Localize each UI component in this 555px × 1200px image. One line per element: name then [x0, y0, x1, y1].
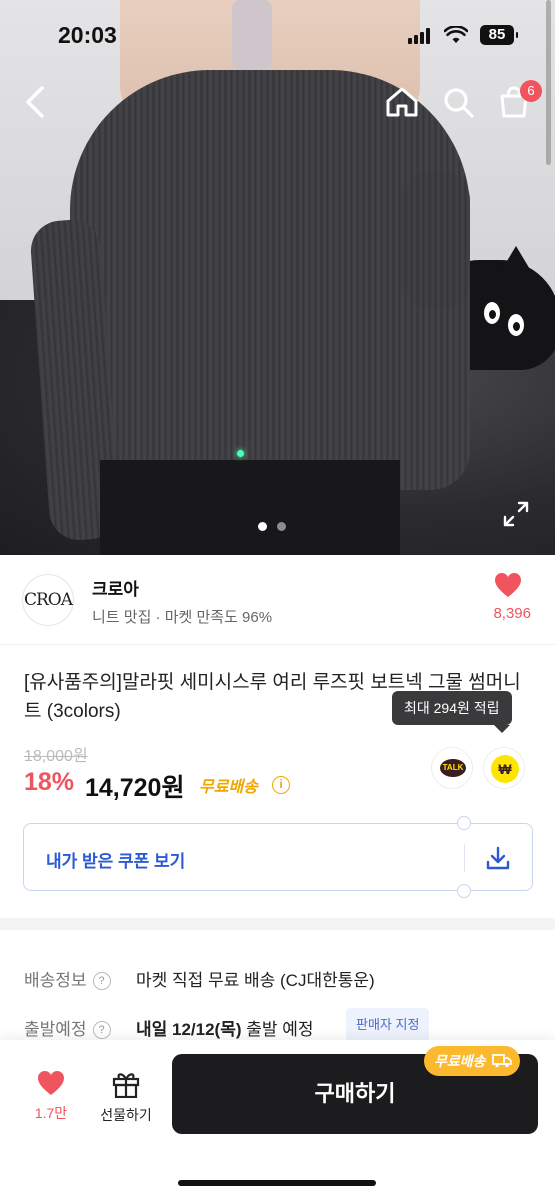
help-icon[interactable]: ? — [92, 972, 111, 990]
wishlist-button[interactable]: 1.7만 — [28, 1070, 74, 1123]
seller-like-count: 8,396 — [493, 605, 531, 622]
sale-price: 14,720원 — [85, 774, 185, 802]
coupon-notch-bottom — [457, 884, 471, 898]
departure-value: 내일 12/12(목) 출발 예정 — [136, 1015, 314, 1040]
carousel-pagination — [258, 518, 296, 536]
seller-meta: 니트 맛집 · 마켓 만족도 96% — [92, 609, 273, 626]
coupon-divider — [464, 844, 465, 872]
free-shipping-badge-text: 무료배송 — [434, 1053, 486, 1069]
points-tooltip: 최대 294원 적립 — [392, 691, 512, 733]
gift-label: 선물하기 — [100, 1107, 152, 1123]
shipping-info-value: 마켓 직접 무료 배송 (CJ대한통운) — [136, 971, 375, 990]
heart-icon[interactable] — [494, 572, 522, 598]
departure-label: 출발예정? — [24, 1015, 111, 1040]
heart-icon — [38, 1071, 64, 1095]
kakao-pay-button[interactable]: ₩ — [483, 747, 525, 789]
original-price: 18,000원 — [24, 748, 88, 765]
status-bar: 20:03 85 — [0, 0, 555, 70]
carousel-dot[interactable] — [277, 522, 286, 531]
coupon-label: 내가 받은 쿠폰 보기 — [46, 852, 186, 871]
free-shipping-label: 무료배송 — [199, 779, 258, 796]
status-time: 20:03 — [58, 22, 117, 48]
kakao-talk-button[interactable]: TALK — [431, 747, 473, 789]
seller-logo[interactable]: CROA — [22, 574, 74, 626]
battery-indicator: 85 — [480, 25, 518, 45]
free-shipping-badge: 무료배송 — [424, 1046, 520, 1076]
cart-count-badge: 6 — [520, 80, 542, 102]
departure-suffix: 출발 예정 — [241, 1020, 314, 1039]
coupon-notch-top — [457, 816, 471, 830]
discount-rate: 18% — [24, 768, 75, 796]
cellular-signal-icon — [408, 28, 432, 44]
home-icon[interactable] — [382, 82, 422, 122]
info-icon[interactable]: i — [272, 776, 290, 794]
wishlist-count: 1.7만 — [34, 1105, 68, 1121]
photo-sleeve-right — [400, 170, 470, 310]
kakao-pay-icon: ₩ — [491, 755, 519, 783]
home-indicator — [178, 1180, 376, 1186]
gift-button[interactable]: 선물하기 — [94, 1070, 158, 1125]
gift-icon — [112, 1073, 140, 1099]
seller-designated-tag: 판매자 지정 — [346, 1008, 430, 1042]
photo-light — [237, 450, 244, 457]
shipping-info-label-text: 배송정보 — [24, 971, 87, 990]
expand-icon[interactable] — [502, 500, 530, 528]
help-icon[interactable]: ? — [92, 1021, 111, 1039]
kakao-talk-icon: TALK — [440, 759, 466, 777]
search-icon[interactable] — [438, 82, 478, 122]
seller-section[interactable]: CROA 크로아 니트 맛집 · 마켓 만족도 96% 8,396 — [0, 555, 555, 645]
download-icon[interactable] — [484, 844, 512, 872]
back-arrow-icon[interactable] — [18, 82, 58, 122]
wifi-icon — [444, 26, 468, 43]
departure-label-text: 출발예정 — [24, 1020, 87, 1039]
seller-name[interactable]: 크로아 — [92, 575, 139, 600]
shipping-info-label: 배송정보? — [24, 966, 111, 991]
carousel-dot-active[interactable] — [258, 522, 267, 531]
photo-skirt — [100, 460, 400, 555]
section-divider — [0, 918, 555, 930]
scroll-indicator — [546, 0, 551, 165]
coupon-button[interactable]: 내가 받은 쿠폰 보기 — [23, 816, 533, 898]
departure-date: 내일 12/12(목) — [136, 1020, 242, 1039]
truck-icon — [491, 1054, 512, 1068]
bottom-action-bar: 1.7만 선물하기 구매하기 무료배송 — [0, 1040, 555, 1200]
